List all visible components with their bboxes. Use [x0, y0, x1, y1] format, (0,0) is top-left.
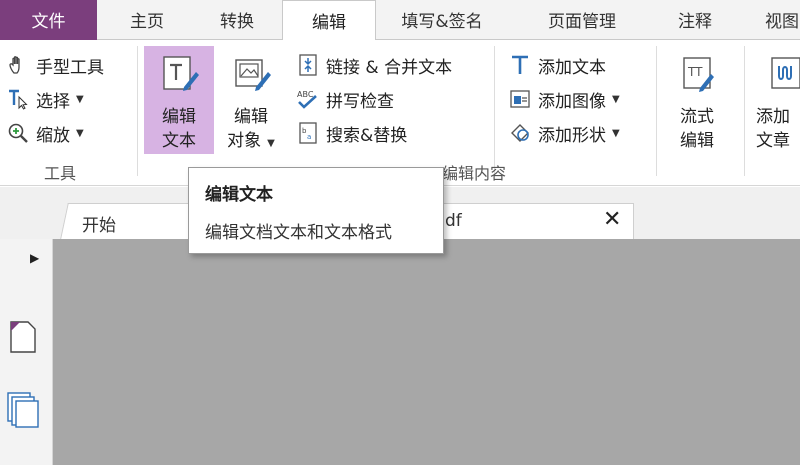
chevron-down-icon[interactable]: ▼: [76, 94, 84, 105]
tab-edit[interactable]: 编辑: [282, 0, 376, 41]
edit-object-icon: [220, 54, 282, 101]
link-merge-text-button[interactable]: 链接 & 合并文本: [296, 51, 452, 79]
svg-text:ABC: ABC: [297, 90, 314, 99]
add-text-button[interactable]: 添加文本: [508, 51, 606, 79]
group-separator: [656, 46, 657, 176]
svg-text:TT: TT: [687, 65, 703, 79]
zoom-tool-button[interactable]: 缩放 ▼: [6, 119, 84, 147]
edit-object-label-1: 编辑: [234, 107, 268, 127]
link-merge-icon: [296, 53, 320, 77]
flow-edit-button[interactable]: TT 流式 编辑: [664, 46, 730, 154]
add-article-button[interactable]: 添加 文章: [752, 46, 800, 154]
add-image-label: 添加图像: [538, 91, 606, 112]
zoom-tool-label: 缩放: [36, 125, 70, 146]
edit-text-label-1: 编辑: [162, 107, 196, 127]
select-tool-button[interactable]: 选择 ▼: [6, 85, 84, 113]
hand-icon: [6, 53, 30, 77]
group-separator: [137, 46, 138, 176]
add-shape-icon: [508, 121, 532, 145]
add-article-label-2: 文章: [756, 131, 790, 151]
edit-text-label-2: 文本: [162, 131, 196, 151]
select-tool-label: 选择: [36, 91, 70, 112]
add-text-label: 添加文本: [538, 57, 606, 78]
edit-text-icon: [144, 54, 214, 101]
tools-group-label: 工具: [44, 164, 77, 183]
tab-fill-sign[interactable]: 填写&签名: [384, 0, 500, 40]
tab-comment[interactable]: 注释: [660, 0, 730, 40]
document-canvas[interactable]: [53, 239, 800, 465]
search-replace-label: 搜索&替换: [326, 125, 408, 146]
add-shape-button[interactable]: 添加形状 ▼: [508, 119, 620, 147]
edit-object-label-2: 对象 ▼: [227, 131, 275, 151]
close-icon[interactable]: ✕: [603, 207, 621, 232]
hand-tool-button[interactable]: 手型工具: [6, 51, 104, 79]
add-text-icon: [508, 53, 532, 77]
link-merge-label: 链接 & 合并文本: [326, 57, 453, 78]
chevron-down-icon[interactable]: ▼: [612, 94, 620, 105]
add-image-icon: [508, 87, 532, 111]
add-article-icon: [770, 54, 800, 101]
group-separator: [744, 46, 745, 176]
page-thumbnail-icon[interactable]: [8, 319, 38, 359]
chevron-down-icon[interactable]: ▼: [267, 138, 275, 149]
navigation-panel: ▶: [0, 239, 53, 465]
spell-check-label: 拼写检查: [326, 91, 394, 112]
spell-check-icon: ABC: [296, 87, 320, 111]
add-article-label-1: 添加: [756, 107, 790, 127]
chevron-down-icon[interactable]: ▼: [612, 128, 620, 139]
tab-view[interactable]: 视图: [752, 0, 800, 40]
edit-text-button[interactable]: 编辑 文本: [144, 46, 214, 154]
search-replace-icon: ba: [296, 121, 320, 145]
expand-panel-icon[interactable]: ▶: [30, 251, 39, 265]
tab-home[interactable]: 主页: [106, 0, 188, 40]
search-replace-button[interactable]: ba 搜索&替换: [296, 119, 407, 147]
layers-icon[interactable]: [6, 391, 40, 433]
ribbon-panel: 手型工具 选择 ▼ 缩放 ▼ 工具 编辑 文本 编辑 对象 ▼ 链接 & 合并文…: [0, 40, 800, 186]
ribbon-tab-bar: 文件 主页 转换 编辑 填写&签名 页面管理 注释 视图: [0, 0, 800, 41]
tab-page-management[interactable]: 页面管理: [528, 0, 636, 40]
group-separator: [494, 46, 495, 176]
zoom-icon: [6, 121, 30, 145]
edit-content-group-label: 编辑内容: [442, 164, 507, 183]
doc-tab-start-label: 开始: [82, 216, 116, 236]
add-image-button[interactable]: 添加图像 ▼: [508, 85, 620, 113]
tab-file[interactable]: 文件: [0, 0, 97, 40]
add-shape-label: 添加形状: [538, 125, 606, 146]
hand-tool-label: 手型工具: [36, 57, 104, 78]
flow-edit-label-1: 流式: [680, 107, 714, 127]
flow-edit-icon: TT: [664, 54, 730, 101]
svg-text:a: a: [307, 133, 311, 141]
tooltip-title: 编辑文本: [205, 185, 273, 205]
spell-check-button[interactable]: ABC 拼写检查: [296, 85, 394, 113]
tab-convert[interactable]: 转换: [196, 0, 278, 40]
edit-object-button[interactable]: 编辑 对象 ▼: [220, 46, 282, 154]
chevron-down-icon[interactable]: ▼: [76, 128, 84, 139]
doc-tab-document-label: df: [445, 211, 462, 231]
tooltip-description: 编辑文档文本和文本格式: [205, 223, 392, 243]
select-text-icon: [6, 87, 30, 111]
flow-edit-label-2: 编辑: [680, 131, 714, 151]
tooltip: 编辑文本 编辑文档文本和文本格式: [188, 167, 444, 254]
